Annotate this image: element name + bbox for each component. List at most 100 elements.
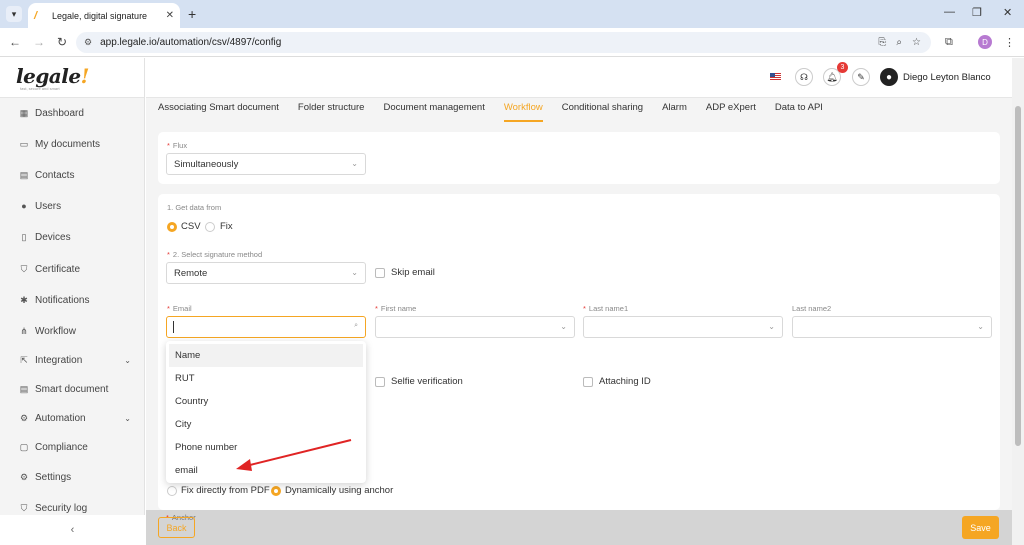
chevron-down-icon: ⌄ (977, 322, 984, 331)
sidebar-item-certificate[interactable]: ⛉ Certificate (0, 258, 145, 280)
email-select[interactable]: ⌕ (166, 316, 366, 338)
dropdown-option[interactable]: RUT (166, 367, 366, 390)
chevron-down-icon: ⌄ (560, 322, 567, 331)
url-field[interactable]: ⚙ app.legale.io/automation/csv/4897/conf… (76, 32, 931, 53)
tab-adp-expert[interactable]: ADP eXpert (706, 98, 756, 122)
site-info-icon[interactable]: ⚙ (84, 37, 92, 48)
selfie-verification-label: Selfie verification (391, 376, 463, 387)
tab-conditional-sharing[interactable]: Conditional sharing (562, 98, 643, 122)
minimize-icon[interactable]: — (944, 6, 955, 18)
browser-tab[interactable]: / Legale, digital signature ✕ (28, 3, 180, 28)
dropdown-option[interactable]: City (166, 413, 366, 436)
settings-icon: ⚙ (19, 471, 29, 482)
dynamic-anchor-radio[interactable] (271, 486, 281, 496)
close-tab-icon[interactable]: ✕ (166, 10, 174, 21)
tab-associating-smart-document[interactable]: Associating Smart document (158, 98, 279, 122)
notification-badge: 3 (837, 62, 848, 73)
sidebar-item-settings[interactable]: ⚙ Settings (0, 466, 145, 488)
fix-label: Fix (220, 221, 233, 232)
us-flag-icon[interactable] (770, 73, 781, 81)
text-cursor (173, 321, 174, 333)
search-icon: ⌕ (354, 322, 358, 329)
collapse-sidebar-icon[interactable]: ‹ (0, 515, 145, 545)
url-text: app.legale.io/automation/csv/4897/config (100, 37, 282, 48)
notification-icon: ✱ (20, 294, 28, 305)
page-scrollbar[interactable] (1012, 58, 1024, 545)
csv-label: CSV (181, 221, 201, 232)
get-data-label: 1. Get data from (167, 203, 222, 212)
reload-icon[interactable]: ↻ (57, 35, 67, 49)
legale-logo[interactable]: legale! fast, secure and smart (0, 58, 144, 98)
tab-folder-structure[interactable]: Folder structure (298, 98, 365, 122)
contacts-icon: ▤ (19, 169, 29, 180)
signature-method-select[interactable]: Remote ⌄ (166, 262, 366, 284)
bookmark-star-icon[interactable]: ☆ (912, 37, 921, 48)
user-name[interactable]: Diego Leyton Blanco (903, 72, 991, 83)
dropdown-option[interactable]: Country (166, 390, 366, 413)
profile-avatar[interactable]: D (978, 35, 992, 49)
sidebar-item-automation[interactable]: ⚙ Automation ⌄ (0, 407, 145, 429)
tab-search-button[interactable]: ▾ (6, 6, 22, 22)
attaching-id-checkbox[interactable] (583, 377, 593, 387)
shield-check-icon: ⛉ (20, 502, 28, 513)
chat-icon: ▢ (19, 441, 29, 452)
sidebar-item-smart-document[interactable]: ▤ Smart document (0, 378, 145, 400)
restore-icon[interactable]: ❐ (972, 6, 982, 19)
sidebar-item-label: Devices (35, 231, 71, 243)
tab-alarm[interactable]: Alarm (662, 98, 687, 122)
csv-radio[interactable] (167, 222, 177, 232)
last-name1-select[interactable]: ⌄ (583, 316, 783, 338)
sidebar-item-label: My documents (35, 138, 101, 150)
skip-email-checkbox[interactable] (375, 268, 385, 278)
signature-icon[interactable]: ✎ (852, 68, 870, 86)
extensions-icon[interactable]: ⧉ (945, 36, 953, 49)
sidebar-item-users[interactable]: ● Users (0, 195, 145, 217)
tab-data-to-api[interactable]: Data to API (775, 98, 823, 122)
sidebar-item-label: Settings (35, 471, 72, 483)
sidebar-item-my-documents[interactable]: ▭ My documents (0, 133, 145, 155)
sidebar-item-workflow[interactable]: ⋔ Workflow (0, 320, 145, 342)
fix-radio[interactable] (205, 222, 215, 232)
device-icon: ▯ (21, 231, 27, 242)
selfie-verification-checkbox[interactable] (375, 377, 385, 387)
sidebar-item-label: Automation (35, 412, 86, 424)
last-name2-select[interactable]: ⌄ (792, 316, 992, 338)
dropdown-option[interactable]: Name (169, 344, 363, 367)
forward-arrow-icon[interactable]: → (33, 35, 45, 49)
sidebar-item-label: Certificate (35, 263, 81, 275)
browser-menu-icon[interactable]: ⋮ (1004, 36, 1015, 49)
sidebar-item-integration[interactable]: ⇱ Integration ⌄ (0, 349, 145, 371)
address-bar: ← → ↻ ⚙ app.legale.io/automation/csv/489… (0, 28, 1024, 57)
sidebar-item-label: Compliance (35, 441, 88, 453)
zoom-icon[interactable]: ⌕ (896, 37, 902, 48)
back-arrow-icon[interactable]: ← (9, 35, 21, 49)
new-tab-button[interactable]: + (188, 6, 196, 22)
skip-email-label: Skip email (391, 267, 435, 278)
first-name-select[interactable]: ⌄ (375, 316, 575, 338)
dashboard-icon: ▦ (19, 107, 29, 118)
chevron-down-icon: ⌄ (351, 159, 358, 168)
sidebar-item-notifications[interactable]: ✱ Notifications (0, 289, 145, 311)
chevron-down-icon: ⌄ (351, 268, 358, 277)
top-bar: ☊ 🔔︎ 3 ✎ ● Diego Leyton Blanco (146, 58, 1012, 98)
sidebar-item-compliance[interactable]: ▢ Compliance (0, 436, 145, 458)
install-app-icon[interactable]: ⎘ (878, 37, 886, 48)
folder-icon: ▭ (19, 138, 29, 149)
scrollbar-thumb[interactable] (1015, 106, 1021, 446)
legale-favicon-icon: / (34, 9, 38, 22)
sidebar-item-dashboard[interactable]: ▦ Dashboard (0, 102, 145, 124)
user-avatar-icon[interactable]: ● (880, 68, 898, 86)
back-button[interactable]: Back (158, 517, 195, 538)
tab-workflow[interactable]: Workflow (503, 98, 543, 122)
tab-document-management[interactable]: Document management (383, 98, 484, 122)
logo-mark: ! (80, 64, 90, 88)
close-window-icon[interactable]: ✕ (1003, 6, 1012, 19)
table-icon: ▤ (19, 383, 29, 394)
fix-from-pdf-radio[interactable] (167, 486, 177, 496)
save-button[interactable]: Save (962, 516, 999, 539)
sidebar-item-contacts[interactable]: ▤ Contacts (0, 164, 145, 186)
chevron-down-icon: ⌄ (124, 413, 131, 423)
support-icon[interactable]: ☊ (795, 68, 813, 86)
sidebar-item-devices[interactable]: ▯ Devices (0, 226, 145, 248)
flux-select[interactable]: Simultaneously ⌄ (166, 153, 366, 175)
